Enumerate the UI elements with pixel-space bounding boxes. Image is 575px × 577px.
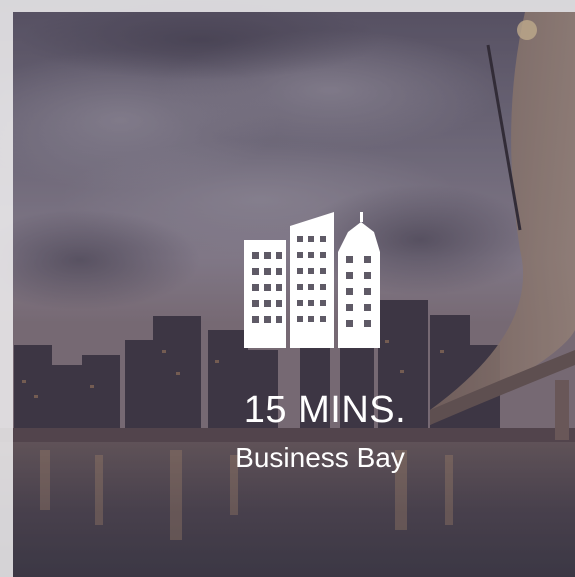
location-name: Business Bay [235, 442, 405, 473]
location-card: 15 MINS. Business Bay [0, 0, 575, 577]
travel-time: 15 MINS. [243, 389, 407, 431]
buildings-icon [244, 212, 380, 348]
